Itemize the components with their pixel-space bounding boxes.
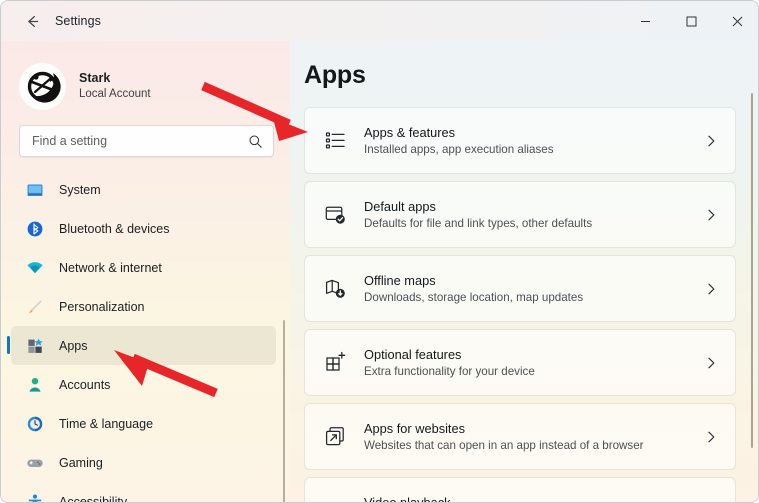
sidebar-item-label: System xyxy=(59,182,101,197)
paintbrush-icon xyxy=(25,297,45,317)
window-controls xyxy=(622,1,758,41)
profile-section[interactable]: Stark Local Account xyxy=(1,41,290,113)
card-text: Default apps Defaults for file and link … xyxy=(364,198,592,232)
card-subtitle: Downloads, storage location, map updates xyxy=(364,290,584,304)
sidebar-nav: System Bluetooth & devices Network & int… xyxy=(1,170,290,503)
sidebar-item-label: Apps xyxy=(59,338,88,353)
card-optional-features[interactable]: Optional features Extra functionality fo… xyxy=(304,329,736,396)
external-link-icon xyxy=(322,424,348,450)
sidebar-item-bluetooth-devices[interactable]: Bluetooth & devices xyxy=(11,209,276,248)
sidebar-item-network-internet[interactable]: Network & internet xyxy=(11,248,276,287)
card-apps-features[interactable]: Apps & features Installed apps, app exec… xyxy=(304,107,736,174)
sidebar: Stark Local Account Find a setting Syste… xyxy=(1,41,290,503)
sidebar-item-label: Time & language xyxy=(59,416,154,431)
card-title: Video playback xyxy=(364,494,451,503)
settings-card-list: Apps & features Installed apps, app exec… xyxy=(290,107,758,503)
maximize-icon xyxy=(686,16,696,26)
default-apps-icon xyxy=(322,202,348,228)
monitor-icon xyxy=(25,180,45,200)
sidebar-item-time-language[interactable]: Time & language xyxy=(11,404,276,443)
search-section xyxy=(1,113,290,157)
clock-icon xyxy=(25,414,45,434)
sidebar-item-accounts[interactable]: Accounts xyxy=(11,365,276,404)
card-subtitle: Websites that can open in an app instead… xyxy=(364,438,644,452)
search-icon[interactable] xyxy=(248,134,263,149)
card-text: Optional features Extra functionality fo… xyxy=(364,346,535,380)
card-title: Optional features xyxy=(364,346,462,362)
card-subtitle: Extra functionality for your device xyxy=(364,364,535,378)
card-title: Apps for websites xyxy=(364,420,466,436)
profile-text: Stark Local Account xyxy=(79,71,151,102)
card-text: Apps & features Installed apps, app exec… xyxy=(364,124,554,158)
card-subtitle: Installed apps, app execution aliases xyxy=(364,142,554,156)
card-title: Default apps xyxy=(364,198,436,214)
chevron-right-icon[interactable] xyxy=(704,430,718,444)
sidebar-item-accessibility[interactable]: Accessibility xyxy=(11,482,276,503)
minimize-button[interactable] xyxy=(622,1,668,41)
chevron-right-icon[interactable] xyxy=(704,208,718,222)
search-box[interactable] xyxy=(19,125,274,157)
sidebar-item-apps[interactable]: Apps xyxy=(7,326,276,365)
sidebar-item-label: Gaming xyxy=(59,455,103,470)
sidebar-item-personalization[interactable]: Personalization xyxy=(11,287,276,326)
grid-plus-icon xyxy=(322,350,348,376)
video-camera-icon xyxy=(322,498,348,503)
sidebar-item-gaming[interactable]: Gaming xyxy=(11,443,276,482)
profile-name: Stark xyxy=(79,70,111,85)
page-title: Apps xyxy=(304,61,366,89)
back-button[interactable] xyxy=(15,6,49,36)
bluetooth-icon xyxy=(25,219,45,239)
card-text: Apps for websites Websites that can open… xyxy=(364,420,644,454)
map-download-icon xyxy=(322,276,348,302)
list-icon xyxy=(322,128,348,154)
sidebar-item-label: Accounts xyxy=(59,377,111,392)
card-offline-maps[interactable]: Offline maps Downloads, storage location… xyxy=(304,255,736,322)
chevron-right-icon[interactable] xyxy=(704,282,718,296)
card-video-playback[interactable]: Video playback Video adjustments, HDR st… xyxy=(304,477,736,503)
main-scrollbar[interactable] xyxy=(751,93,753,448)
card-title: Offline maps xyxy=(364,272,436,288)
card-subtitle: Defaults for file and link types, other … xyxy=(364,216,593,230)
avatar xyxy=(19,62,66,110)
user-avatar xyxy=(19,62,66,110)
sidebar-item-system[interactable]: System xyxy=(11,170,276,209)
search-input[interactable] xyxy=(32,134,248,148)
chevron-right-icon[interactable] xyxy=(704,356,718,370)
window-title: Settings xyxy=(55,14,101,28)
card-title: Apps & features xyxy=(364,124,456,140)
gamepad-icon xyxy=(25,453,45,473)
card-text: Offline maps Downloads, storage location… xyxy=(364,272,583,306)
profile-account-type: Local Account xyxy=(79,87,151,100)
card-apps-for-websites[interactable]: Apps for websites Websites that can open… xyxy=(304,403,736,470)
main-content: Apps Apps & features Installed apps, app… xyxy=(290,41,758,503)
person-icon xyxy=(25,375,45,395)
wifi-icon xyxy=(25,258,45,278)
accessibility-icon xyxy=(25,492,45,502)
sidebar-item-label: Bluetooth & devices xyxy=(59,221,170,236)
settings-window: Settings Stark Local Account Find a sett… xyxy=(0,0,759,503)
sidebar-item-label: Network & internet xyxy=(59,260,162,275)
maximize-button[interactable] xyxy=(668,1,714,41)
minimize-icon xyxy=(640,20,650,22)
close-icon xyxy=(732,16,742,26)
sidebar-item-label: Accessibility xyxy=(59,494,128,503)
card-default-apps[interactable]: Default apps Defaults for file and link … xyxy=(304,181,736,248)
card-text: Video playback Video adjustments, HDR st… xyxy=(364,494,627,503)
apps-icon xyxy=(25,336,45,356)
chevron-right-icon[interactable] xyxy=(704,134,718,148)
sidebar-scrollbar[interactable] xyxy=(283,320,285,502)
back-arrow-icon xyxy=(27,15,38,27)
close-button[interactable] xyxy=(714,1,758,41)
sidebar-item-label: Personalization xyxy=(59,299,145,314)
title-bar: Settings xyxy=(1,1,758,41)
